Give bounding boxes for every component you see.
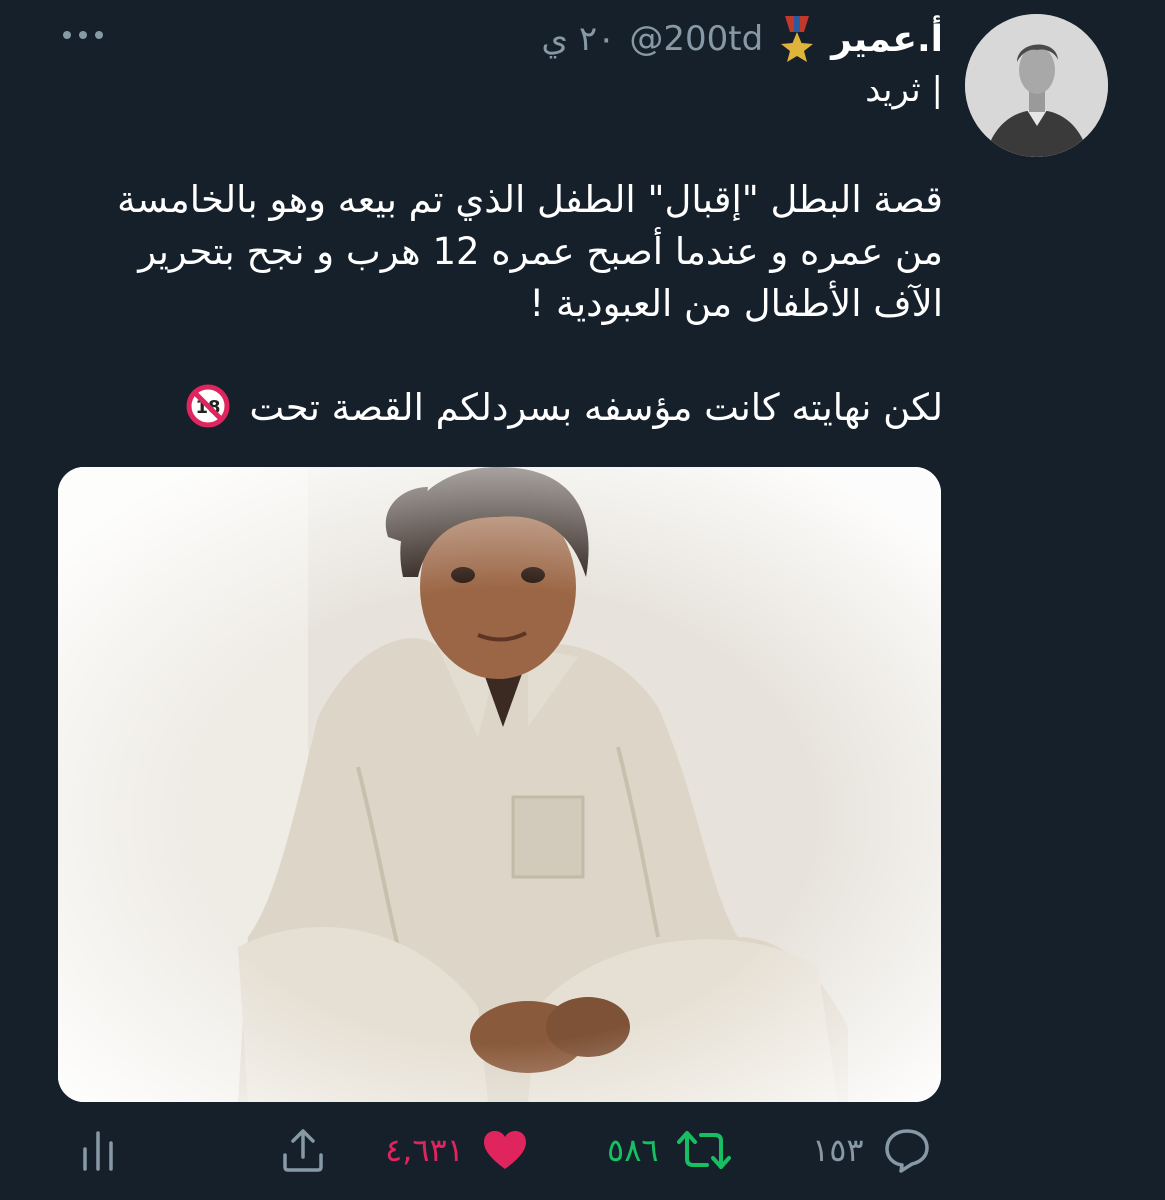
tweet-photo[interactable] bbox=[58, 467, 941, 1102]
share-button[interactable] bbox=[280, 1120, 326, 1180]
user-handle[interactable]: @200td bbox=[629, 19, 763, 59]
analytics-button[interactable] bbox=[78, 1120, 118, 1180]
heart-icon bbox=[482, 1129, 528, 1171]
tweet-text-line: الآف الأطفال من العبودية ! bbox=[529, 282, 943, 325]
share-icon bbox=[280, 1127, 326, 1173]
analytics-icon bbox=[78, 1127, 118, 1173]
tweet-actions: ١٥٣ ٥٨٦ ٤,٦٣١ bbox=[0, 1120, 1165, 1180]
no-one-under-eighteen-icon: 18 bbox=[186, 384, 238, 429]
military-medal-icon bbox=[777, 16, 817, 62]
reply-count: ١٥٣ bbox=[812, 1131, 864, 1169]
like-button[interactable]: ٤,٦٣١ bbox=[385, 1120, 528, 1180]
tweet-header: أ.عمير @200td ٢٠ ي bbox=[541, 14, 943, 64]
tweet-body: قصة البطل "إقبال" الطفل الذي تم بيعه وهو… bbox=[53, 174, 943, 434]
thread-label: ثريد | bbox=[865, 70, 943, 110]
reply-button[interactable]: ١٥٣ bbox=[812, 1120, 932, 1180]
tweet-text-line: من عمره و عندما أصبح عمره 12 هرب و نجح ب… bbox=[138, 230, 943, 273]
tweet: أ.عمير @200td ٢٠ ي ثريد | قصة البطل "إقب… bbox=[0, 0, 1165, 1200]
reply-icon bbox=[882, 1127, 932, 1173]
display-name[interactable]: أ.عمير bbox=[831, 19, 943, 60]
retweet-count: ٥٨٦ bbox=[607, 1131, 659, 1169]
retweet-icon bbox=[676, 1127, 731, 1173]
retweet-button[interactable]: ٥٨٦ bbox=[607, 1120, 731, 1180]
tweet-text-line: لكن نهايته كانت مؤسفه بسردلكم القصة تحت … bbox=[53, 382, 943, 434]
like-count: ٤,٦٣١ bbox=[385, 1131, 464, 1169]
timestamp[interactable]: ٢٠ ي bbox=[541, 19, 615, 59]
avatar[interactable] bbox=[965, 14, 1108, 157]
tweet-text-line: قصة البطل "إقبال" الطفل الذي تم بيعه وهو… bbox=[117, 178, 943, 221]
